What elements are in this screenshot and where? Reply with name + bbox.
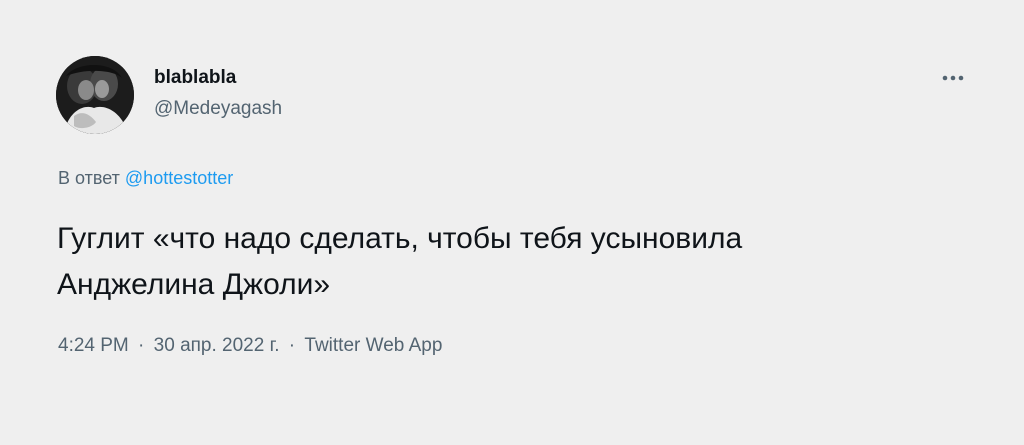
reply-mention-link[interactable]: @hottestotter [125, 168, 233, 188]
tweet-card: blablabla @Medeyagash В ответ @hottestot… [0, 0, 1024, 445]
tweet-metadata: 4:24 PM · 30 апр. 2022 г. · Twitter Web … [58, 334, 442, 358]
tweet-text-line-2: Анджелина Джоли» [57, 268, 331, 301]
meta-separator: · [288, 335, 296, 356]
profile-photo-icon [56, 56, 134, 134]
author-names: blablabla @Medeyagash [154, 66, 282, 122]
tweet-source-link[interactable]: Twitter Web App [304, 335, 442, 356]
tweet-date[interactable]: 30 апр. 2022 г. [154, 335, 280, 356]
ellipsis-icon [942, 75, 964, 81]
meta-separator: · [138, 335, 145, 356]
display-name[interactable]: blablabla [154, 66, 282, 90]
tweet-text-line-1: Гуглит «что надо сделать, чтобы тебя усы… [57, 222, 743, 255]
user-handle[interactable]: @Medeyagash [154, 96, 282, 122]
reply-context: В ответ @hottestotter [58, 166, 233, 190]
reply-prefix: В ответ [58, 168, 120, 188]
tweet-text: Гуглит «что надо сделать, чтобы тебя усы… [57, 216, 957, 308]
more-options-button[interactable] [936, 64, 970, 92]
tweet-time[interactable]: 4:24 PM [58, 335, 129, 356]
avatar[interactable] [56, 56, 134, 134]
